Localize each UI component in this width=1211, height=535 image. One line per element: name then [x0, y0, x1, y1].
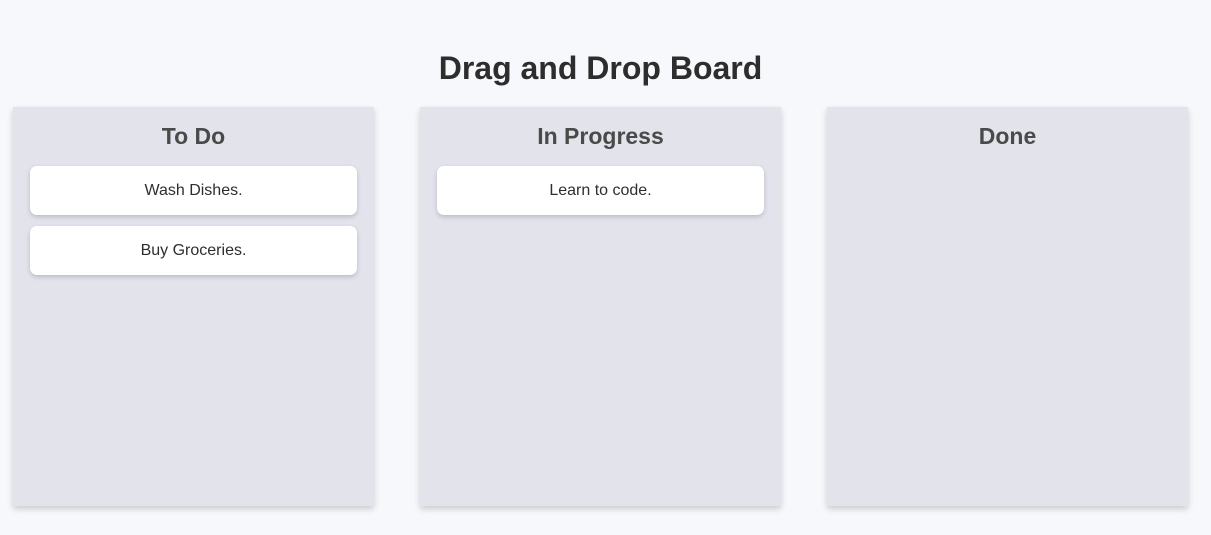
board-columns: To Do Wash Dishes. Buy Groceries. In Pro…	[13, 107, 1188, 506]
column-title-in-progress: In Progress	[537, 123, 664, 149]
column-todo[interactable]: To Do Wash Dishes. Buy Groceries.	[13, 107, 374, 506]
column-title-done: Done	[978, 123, 1037, 149]
task-card[interactable]: Learn to code.	[437, 166, 764, 215]
column-done[interactable]: Done	[827, 107, 1188, 506]
task-card[interactable]: Buy Groceries.	[30, 226, 357, 275]
column-in-progress[interactable]: In Progress Learn to code.	[420, 107, 781, 506]
page-title: Drag and Drop Board	[438, 50, 763, 86]
task-card[interactable]: Wash Dishes.	[30, 166, 357, 215]
column-title-todo: To Do	[161, 123, 226, 149]
